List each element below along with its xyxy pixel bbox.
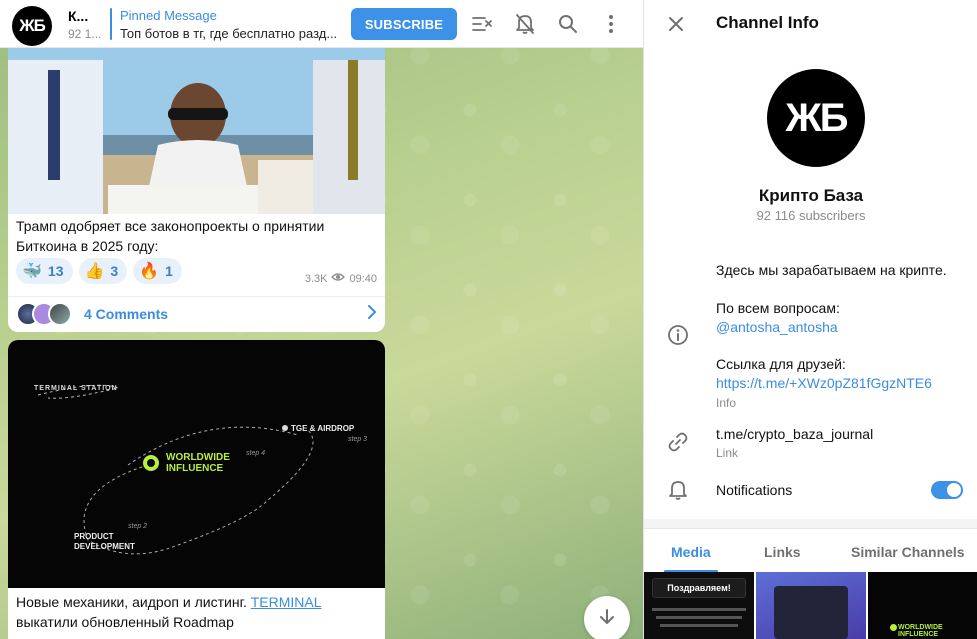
message-photo[interactable] — [8, 40, 385, 214]
node-label-line1: PRODUCT — [74, 532, 114, 541]
info-icon — [666, 323, 690, 347]
reaction-whale[interactable]: 🐳 13 — [16, 258, 73, 284]
notifications-toggle[interactable] — [931, 481, 963, 499]
link-caption: Link — [716, 446, 739, 460]
message-bubble[interactable]: TERMINAL STATION WORLDWIDE INFLUENCE TGE… — [8, 340, 385, 639]
about-line: Здесь мы зарабатываем на крипте. — [716, 262, 947, 278]
message-text: Новые механики, аидроп и листинг. TERMIN… — [16, 592, 376, 632]
pinned-indicator — [110, 8, 112, 40]
reactions-bar: 🐳 13 👍 3 🔥 1 — [16, 258, 182, 284]
step-label: step 4 — [246, 450, 266, 457]
tab-links[interactable]: Links — [764, 544, 801, 560]
about-line: По всем вопросам: — [716, 300, 840, 316]
thumb-dot — [890, 624, 897, 631]
center-label-line2: INFLUENCE — [166, 463, 224, 474]
thumb-line — [652, 608, 746, 611]
search-icon[interactable] — [556, 12, 580, 36]
media-thumb[interactable] — [756, 572, 866, 639]
channel-title: Крипто База — [758, 186, 864, 205]
more-vertical-icon[interactable] — [599, 12, 623, 36]
pinned-text[interactable]: Топ ботов в тг, где бесплатно разд... — [120, 26, 340, 41]
message-time: 09:40 — [349, 272, 377, 285]
channel-avatar[interactable]: ЖБ — [12, 6, 52, 46]
chevron-right-icon — [367, 304, 377, 325]
node-label-line2: DEVELOPMENT — [74, 542, 135, 551]
reaction-count: 3 — [110, 263, 119, 279]
thumb-line — [660, 624, 738, 627]
text-suffix: выкатили обновленный Roadmap — [16, 614, 234, 630]
step-label: step 2 — [128, 523, 148, 530]
info-caption: Info — [716, 396, 737, 410]
eye-icon — [331, 272, 346, 285]
comments-button[interactable]: 4 Comments — [16, 298, 377, 330]
bell-muted-icon[interactable] — [513, 12, 537, 36]
node-label: TGE & AIRDROP — [291, 424, 355, 433]
brand-label: TERMINAL STATION — [34, 385, 118, 392]
message-bubble[interactable]: Трамп одобряет все законопроекты о приня… — [8, 40, 385, 332]
step-label: step 3 — [348, 436, 368, 443]
node-label: PRODUCT DEVELOPMENT — [74, 532, 135, 552]
terminal-link[interactable]: TERMINAL — [251, 594, 322, 610]
thumb-line — [656, 616, 742, 619]
comments-label: 4 Comments — [84, 306, 169, 322]
manage-icon[interactable] — [470, 12, 494, 36]
divider — [8, 296, 385, 297]
center-label-line1: WORLDWIDE — [166, 452, 230, 463]
invite-link[interactable]: https://t.me/+XWz0pZ81fGgzNTE6 — [716, 375, 932, 391]
reaction-count: 13 — [47, 263, 64, 279]
bell-icon — [666, 478, 690, 502]
message-photo[interactable]: TERMINAL STATION WORLDWIDE INFLUENCE TGE… — [8, 340, 385, 588]
close-icon[interactable] — [664, 12, 688, 36]
reaction-thumbs-up[interactable]: 👍 3 — [78, 258, 128, 284]
scroll-down-button[interactable] — [584, 596, 630, 639]
channel-avatar-large[interactable]: ЖБ — [767, 69, 865, 167]
panel-header: Channel Info — [644, 0, 977, 48]
channel-name[interactable]: К... — [68, 8, 88, 24]
subscribe-button[interactable]: SUBSCRIBE — [351, 8, 457, 40]
link-icon — [666, 430, 690, 454]
panel-title: Channel Info — [716, 13, 819, 32]
message-text: Трамп одобряет все законопроекты о приня… — [16, 218, 325, 254]
contact-handle-link[interactable]: @antosha_antosha — [716, 319, 838, 335]
thumb-label: WORLDWIDE INFLUENCE — [898, 624, 943, 638]
photo-illustration — [8, 40, 385, 214]
public-link[interactable]: t.me/crypto_baza_journal — [716, 426, 873, 442]
channel-info-panel: Channel Info ЖБ Крипто База 92 116 subsc… — [643, 0, 977, 639]
chat-header: ЖБ К... 92 1... Pinned Message Топ ботов… — [0, 0, 643, 48]
media-thumb[interactable]: Поздравляем! — [644, 572, 754, 639]
commenter-avatar — [48, 302, 72, 326]
about-line: Ссылка для друзей: — [716, 356, 846, 372]
reaction-count: 1 — [165, 263, 173, 279]
tab-similar-channels[interactable]: Similar Channels — [851, 544, 965, 560]
chat-area: Трамп одобряет все законопроекты о приня… — [0, 0, 643, 639]
channel-info-card: Channel Info ЖБ Крипто База 92 116 subsc… — [644, 0, 977, 519]
thumb-card — [774, 586, 848, 639]
reaction-fire[interactable]: 🔥 1 — [133, 258, 182, 284]
media-thumb[interactable]: WORLDWIDE INFLUENCE — [868, 572, 977, 639]
whale-emoji: 🐳 — [22, 263, 42, 280]
thumb-title: Поздравляем! — [652, 578, 746, 598]
notifications-label: Notifications — [716, 482, 793, 498]
channel-subscribers: 92 1... — [68, 27, 102, 41]
media-grid: Поздравляем! WORLDWIDE INFLUENCE — [644, 572, 977, 639]
center-label: WORLDWIDE INFLUENCE — [166, 452, 230, 474]
pinned-title[interactable]: Pinned Message — [120, 8, 217, 23]
message-meta: 3.3K 09:40 — [305, 272, 377, 285]
view-count: 3.3K — [304, 272, 328, 285]
tab-media[interactable]: Media — [671, 544, 711, 560]
text-prefix: Новые механики, аидроп и листинг. — [16, 594, 251, 610]
thumbs-up-emoji: 👍 — [84, 263, 105, 280]
arrow-down-icon — [598, 608, 616, 631]
fire-emoji: 🔥 — [139, 263, 160, 280]
channel-subscribers: 92 116 subscribers — [756, 208, 866, 223]
media-tabs: Media Links Similar Channels — [644, 528, 977, 573]
